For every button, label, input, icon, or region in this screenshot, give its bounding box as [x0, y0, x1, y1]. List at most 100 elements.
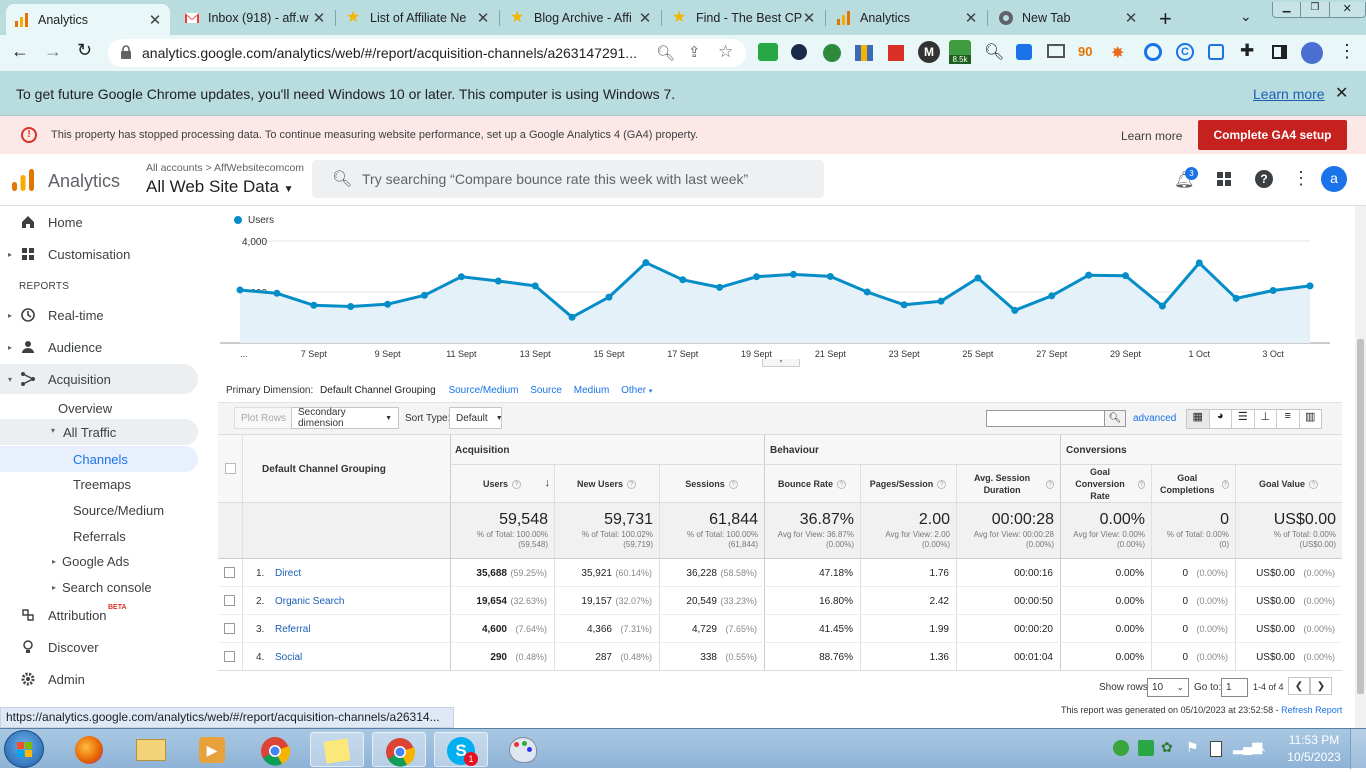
sidebar-item-all-traffic[interactable]: ▾ All Traffic [0, 419, 198, 445]
sidebar-item-discover[interactable]: Discover [0, 632, 198, 662]
close-icon[interactable]: ✕ [1124, 9, 1138, 27]
row-checkbox[interactable] [224, 595, 235, 606]
tray-flag-icon[interactable]: ⚑ [1186, 739, 1199, 756]
extension-m-icon[interactable]: M [918, 41, 940, 63]
help-tooltip-icon[interactable]: ? [627, 479, 637, 489]
row-checkbox[interactable] [224, 567, 235, 578]
pivot-view-icon[interactable]: ▥ [1300, 410, 1322, 428]
more-options-icon[interactable]: ⋮ [1292, 168, 1310, 189]
restore-icon[interactable]: ❐ [1300, 2, 1328, 17]
row-checkbox[interactable] [224, 623, 235, 634]
filter-search-icon[interactable]: 🔍︎ [1104, 410, 1126, 427]
extensions-puzzle-icon[interactable]: ✚ [1240, 41, 1254, 61]
tray-clock-date[interactable]: 10/5/2023 [1284, 750, 1344, 764]
account-breadcrumb[interactable]: All accounts > AffWebsitecomcom [146, 162, 304, 174]
close-icon[interactable]: ✕ [802, 9, 816, 27]
performance-view-icon[interactable]: ☰ [1232, 410, 1255, 428]
tray-volume-muted-icon[interactable]: 🔇︎ [1257, 738, 1266, 755]
share-icon[interactable]: ⇪ [688, 43, 701, 61]
help-icon[interactable]: ? [1255, 170, 1273, 188]
column-header[interactable]: Avg. Session Duration? [956, 467, 1060, 501]
sidebar-item-acquisition[interactable]: ▾ Acquisition [0, 364, 198, 394]
close-icon[interactable]: ✕ [476, 9, 490, 27]
extension-2-icon[interactable] [791, 44, 807, 60]
sidebar-item-home[interactable]: Home [0, 207, 198, 237]
new-tab-plus-icon[interactable]: + [1159, 6, 1172, 32]
secondary-dimension-dropdown[interactable]: Secondary dimension ▼ [291, 407, 399, 429]
sidebar-item-channels[interactable]: Channels [0, 446, 198, 472]
advanced-filter-link[interactable]: advanced [1133, 413, 1176, 424]
sidebar-item-attribution[interactable]: Attribution BETA [0, 600, 198, 630]
column-header[interactable]: Pages/Session? [860, 467, 956, 501]
column-header[interactable]: Goal Completions? [1151, 467, 1235, 501]
forward-arrow-icon[interactable]: → [44, 41, 62, 62]
column-header[interactable]: New Users? [554, 467, 659, 501]
column-header[interactable]: Bounce Rate? [764, 467, 860, 501]
row-channel-link[interactable]: Social [275, 652, 302, 663]
tray-app-3-icon[interactable]: ✿ [1161, 739, 1173, 756]
scrollbar-thumb[interactable] [1357, 339, 1364, 694]
dimension-default-channel-grouping[interactable]: Default Channel Grouping [320, 385, 436, 396]
help-tooltip-icon[interactable]: ? [1046, 479, 1054, 489]
column-header[interactable]: Users? ↓ [450, 467, 554, 501]
windows-start-button[interactable] [4, 730, 44, 768]
tray-device-icon[interactable] [1210, 741, 1222, 757]
row-checkbox[interactable] [224, 651, 235, 662]
help-tooltip-icon[interactable]: ? [1221, 479, 1229, 489]
extension-badge-icon[interactable]: 8.5k [949, 40, 971, 64]
taskbar-skype-icon[interactable]: S 1 [434, 732, 488, 767]
goto-page-input[interactable]: 1 [1221, 678, 1248, 697]
next-page-chevron-icon[interactable]: ❯ [1310, 677, 1332, 695]
property-selector[interactable]: All Web Site Data ▼ [146, 177, 294, 197]
alert-learn-more-link[interactable]: Learn more [1121, 129, 1182, 143]
tab-analytics-active[interactable]: Analytics ✕ [6, 4, 170, 35]
help-tooltip-icon[interactable]: ? [728, 479, 738, 489]
chrome-menu-icon[interactable]: ⋮ [1338, 41, 1356, 62]
tray-app-1-icon[interactable] [1113, 740, 1129, 756]
dimension-medium[interactable]: Medium [574, 385, 610, 396]
sidebar-item-audience[interactable]: ▸ Audience [0, 332, 198, 362]
extension-11-icon[interactable]: ✸ [1111, 43, 1129, 62]
table-filter-input[interactable] [986, 410, 1106, 427]
tray-clock-time[interactable]: 11:53 PM [1284, 733, 1344, 747]
profile-avatar-icon[interactable] [1301, 42, 1323, 64]
extension-5-icon[interactable] [888, 45, 904, 61]
row-channel-link[interactable]: Organic Search [275, 596, 344, 607]
taskbar-firefox-icon[interactable] [62, 732, 116, 767]
plot-rows-button[interactable]: Plot Rows [234, 407, 294, 429]
extension-12-icon[interactable] [1144, 43, 1162, 61]
sidebar-item-search-console[interactable]: ▸ Search console [52, 580, 152, 595]
row-channel-link[interactable]: Direct [275, 568, 301, 579]
column-header[interactable]: Goal Value? [1235, 467, 1342, 501]
sort-desc-arrow-icon[interactable]: ↓ [545, 477, 551, 489]
sidebar-item-source-medium[interactable]: Source/Medium [73, 503, 164, 518]
help-tooltip-icon[interactable]: ? [512, 479, 522, 489]
address-bar[interactable]: analytics.google.com/analytics/web/#/rep… [108, 39, 746, 67]
user-avatar[interactable]: a [1321, 166, 1347, 192]
help-tooltip-icon[interactable]: ? [1309, 479, 1319, 489]
apps-grid-icon[interactable] [1216, 171, 1232, 190]
sidebar-item-overview[interactable]: Overview [58, 401, 112, 416]
close-icon[interactable]: ✕ [148, 11, 162, 29]
complete-ga4-setup-button[interactable]: Complete GA4 setup [1198, 120, 1347, 150]
extension-4-icon[interactable] [855, 45, 873, 61]
tab-new-tab[interactable]: New Tab ✕ [990, 4, 1146, 31]
chart-collapse-handle[interactable]: ▾ [762, 359, 800, 367]
column-header[interactable]: Goal Conversion Rate? [1060, 467, 1151, 501]
tab-search-chevron-icon[interactable]: ⌄ [1240, 8, 1252, 25]
infobar-learn-more-link[interactable]: Learn more [1253, 86, 1325, 102]
sidebar-item-referrals[interactable]: Referrals [73, 529, 126, 544]
extension-10-icon[interactable]: 90 [1078, 44, 1096, 60]
back-arrow-icon[interactable]: ← [11, 41, 29, 62]
pie-view-icon[interactable]: ◕ [1210, 410, 1232, 428]
table-view-icon[interactable]: ▦ [1187, 410, 1210, 428]
close-icon[interactable]: ✕ [638, 9, 652, 27]
tab-list-affiliate[interactable]: ★ List of Affiliate Ne ✕ [338, 4, 498, 31]
refresh-report-link[interactable]: Refresh Report [1281, 705, 1342, 715]
sidebar-item-realtime[interactable]: ▸ Real-time [0, 300, 198, 330]
page-scrollbar[interactable] [1355, 206, 1366, 728]
row-channel-link[interactable]: Referral [275, 624, 311, 635]
sidebar-item-treemaps[interactable]: Treemaps [73, 477, 131, 492]
side-panel-icon[interactable] [1272, 45, 1287, 59]
search-bar[interactable]: 🔍︎ Try searching “Compare bounce rate th… [312, 160, 824, 198]
